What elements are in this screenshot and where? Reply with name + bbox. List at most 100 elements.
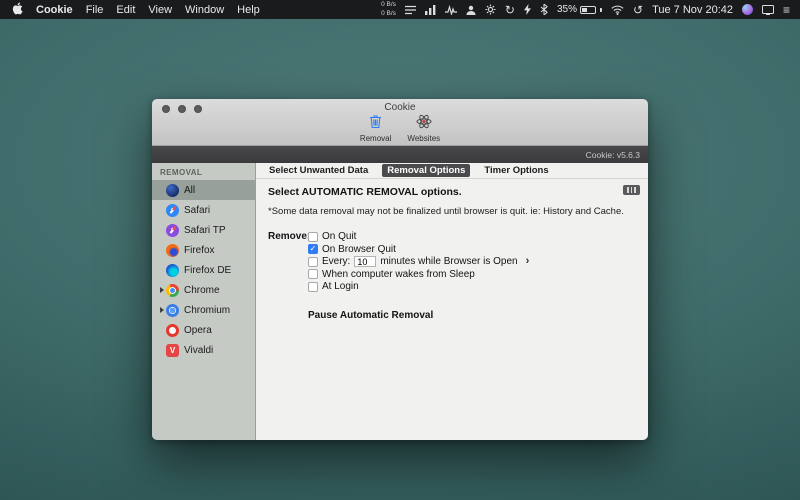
sidebar-item-label: All — [184, 185, 195, 196]
tab-removal-options[interactable]: Removal Options — [382, 164, 470, 177]
firefox-icon — [166, 244, 179, 257]
sidebar-item-label: Firefox — [184, 245, 215, 256]
siri-icon[interactable] — [742, 4, 753, 15]
sidebar-header: REMOVAL — [152, 163, 255, 180]
option-every-minutes: Every: minutes while Browser is Open › — [308, 256, 529, 268]
safari-icon — [166, 204, 179, 217]
sidebar-item-opera[interactable]: Opera — [152, 320, 255, 340]
toolbar-websites-label: Websites — [407, 134, 440, 143]
network-speed-meter[interactable]: 0 B/s 0 B/s — [381, 1, 396, 17]
menu-clock[interactable]: Tue 7 Nov 20:42 — [652, 4, 733, 16]
battery-icon — [580, 6, 596, 14]
removal-options-group: On Quit On Browser Quit Every: minutes w… — [308, 231, 529, 321]
sidebar-item-label: Opera — [184, 325, 212, 336]
sidebar-item-safari-tp[interactable]: Safari TP — [152, 220, 255, 240]
option-wake-from-sleep: When computer wakes from Sleep — [308, 269, 529, 281]
every-minutes-checkbox[interactable] — [308, 257, 318, 267]
notification-center-icon[interactable]: ≡ — [783, 4, 790, 16]
firefox-de-icon — [166, 264, 179, 277]
safari-tp-icon — [166, 224, 179, 237]
desktop: Cookie File Edit View Window Help 0 B/s … — [0, 0, 800, 500]
time-machine-icon[interactable]: ↺ — [633, 4, 643, 16]
on-quit-checkbox[interactable] — [308, 232, 318, 242]
disclosure-triangle-icon[interactable] — [160, 307, 164, 313]
section-note: *Some data removal may not be finalized … — [268, 206, 636, 217]
chevron-right-icon[interactable]: › — [526, 256, 530, 267]
sidebar-item-label: Safari TP — [184, 225, 226, 236]
bluetooth-icon[interactable] — [540, 4, 548, 15]
sidebar-item-label: Chrome — [184, 285, 220, 296]
sidebar-item-label: Chromium — [184, 305, 230, 316]
menu-help[interactable]: Help — [237, 4, 260, 16]
remove-label: Remove: — [268, 231, 308, 321]
tab-timer-options[interactable]: Timer Options — [480, 164, 552, 177]
toolbar-item-websites[interactable]: Websites — [407, 114, 440, 143]
menu-bar: Cookie File Edit View Window Help 0 B/s … — [0, 0, 800, 19]
option-at-login: At Login — [308, 281, 529, 293]
list-meter-icon[interactable] — [405, 5, 416, 15]
grip-badge[interactable] — [623, 185, 640, 195]
option-label: At Login — [322, 281, 359, 292]
sidebar: REMOVAL All Safari Safari TP Firefox — [152, 163, 256, 440]
menu-edit[interactable]: Edit — [116, 4, 135, 16]
battery-indicator[interactable]: 35% — [557, 4, 602, 15]
user-icon[interactable] — [466, 5, 476, 15]
on-browser-quit-checkbox[interactable] — [308, 244, 318, 254]
sidebar-item-chrome[interactable]: Chrome — [152, 280, 255, 300]
atom-icon — [416, 114, 432, 134]
battery-percent: 35% — [557, 4, 577, 15]
at-login-checkbox[interactable] — [308, 282, 318, 292]
cookie-window: Cookie Removal Websites Cookie: v5.6.3 — [152, 99, 648, 440]
toolbar: Removal Websites — [152, 114, 648, 143]
sidebar-item-firefox-de[interactable]: Firefox DE — [152, 260, 255, 280]
option-suffix-label: minutes while Browser is Open — [380, 256, 517, 267]
menu-window[interactable]: Window — [185, 4, 224, 16]
chrome-icon — [166, 284, 179, 297]
battery-cap — [600, 8, 602, 12]
apple-menu-icon[interactable] — [12, 2, 23, 18]
trash-icon — [368, 114, 383, 134]
waveform-icon[interactable] — [445, 5, 457, 15]
window-title: Cookie — [152, 102, 648, 113]
vivaldi-icon: V — [166, 344, 179, 357]
histogram-icon[interactable] — [425, 5, 436, 15]
toolbar-item-removal[interactable]: Removal — [360, 114, 392, 143]
menu-view[interactable]: View — [148, 4, 172, 16]
option-on-quit: On Quit — [308, 231, 529, 243]
sync-icon[interactable]: ↻ — [505, 4, 515, 16]
tab-select-unwanted-data[interactable]: Select Unwanted Data — [265, 164, 372, 177]
pause-automatic-removal[interactable]: Pause Automatic Removal — [308, 310, 529, 321]
content-pane: Select Unwanted Data Removal Options Tim… — [256, 163, 648, 440]
disclosure-triangle-icon[interactable] — [160, 287, 164, 293]
sidebar-item-vivaldi[interactable]: V Vivaldi — [152, 340, 255, 360]
sidebar-item-label: Safari — [184, 205, 210, 216]
option-label: When computer wakes from Sleep — [322, 269, 475, 280]
wake-from-sleep-checkbox[interactable] — [308, 269, 318, 279]
option-on-browser-quit: On Browser Quit — [308, 244, 529, 256]
sidebar-item-all[interactable]: All — [152, 180, 255, 200]
option-label: Every: — [322, 256, 350, 267]
chromium-icon — [166, 304, 179, 317]
gear-icon[interactable] — [485, 4, 496, 15]
tab-bar: Select Unwanted Data Removal Options Tim… — [256, 163, 648, 179]
display-icon[interactable] — [762, 5, 774, 14]
opera-icon — [166, 324, 179, 337]
minutes-input[interactable] — [354, 256, 376, 267]
menu-app-name[interactable]: Cookie — [36, 4, 73, 16]
wifi-icon[interactable] — [611, 5, 624, 15]
sidebar-item-safari[interactable]: Safari — [152, 200, 255, 220]
bolt-icon[interactable] — [524, 4, 531, 15]
all-browsers-icon — [166, 184, 179, 197]
window-header: Cookie Removal Websites — [152, 99, 648, 146]
option-label: On Quit — [322, 231, 356, 242]
toolbar-removal-label: Removal — [360, 134, 392, 143]
sidebar-item-label: Vivaldi — [184, 345, 213, 356]
sidebar-item-firefox[interactable]: Firefox — [152, 240, 255, 260]
option-label: On Browser Quit — [322, 244, 396, 255]
section-heading: Select AUTOMATIC REMOVAL options. — [268, 186, 636, 198]
sidebar-item-chromium[interactable]: Chromium — [152, 300, 255, 320]
sidebar-item-label: Firefox DE — [184, 265, 231, 276]
version-label: Cookie: v5.6.3 — [586, 150, 640, 160]
menu-file[interactable]: File — [86, 4, 104, 16]
version-strip: Cookie: v5.6.3 — [152, 146, 648, 163]
